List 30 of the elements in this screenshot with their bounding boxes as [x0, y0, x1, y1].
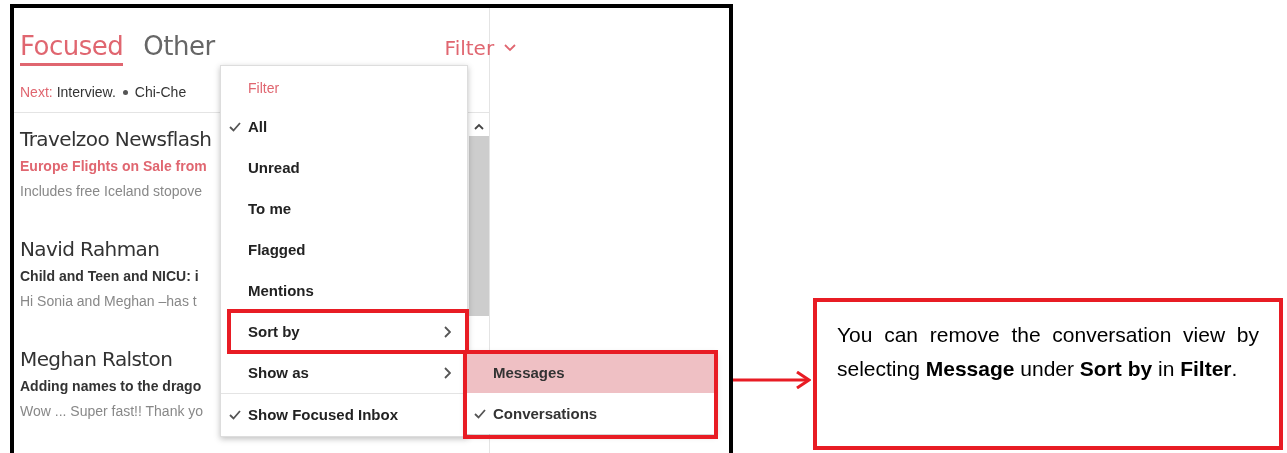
sender-name: Navid Rahman: [20, 237, 160, 261]
scroll-up-icon: [474, 123, 484, 130]
menu-item[interactable]: Conversations: [466, 393, 716, 434]
bullet-icon: [122, 89, 128, 95]
callout-text: You can remove the conversation view by selecting Message under Sort by in Filter.: [813, 298, 1283, 450]
upcoming-event[interactable]: Chi-Che: [134, 84, 187, 100]
menu-item[interactable]: Sort by: [221, 311, 467, 352]
menu-item[interactable]: All: [221, 106, 467, 147]
message-preview: Wow ... Super fast!! Thank yo: [20, 403, 204, 419]
message-subject: Adding names to the drago: [20, 378, 202, 394]
chevron-down-icon: [504, 44, 517, 52]
next-label: Next:: [20, 84, 53, 100]
menu-item[interactable]: Messages: [466, 352, 716, 393]
menu-item[interactable]: Show as: [221, 352, 467, 393]
sender-name: Travelzoo Newsflash: [20, 127, 212, 151]
message-subject: Child and Teen and NICU: i: [20, 268, 199, 284]
chevron-right-icon: [444, 366, 451, 379]
menu-item[interactable]: Mentions: [221, 270, 467, 311]
message-preview: Includes free Iceland stopove: [20, 183, 203, 199]
upcoming-event[interactable]: Interview.: [56, 84, 116, 100]
message-preview: Hi Sonia and Meghan –has t: [20, 293, 197, 309]
tab[interactable]: Other: [143, 31, 215, 66]
menu-title: Filter: [247, 79, 281, 98]
message-subject: Europe Flights on Sale from: [20, 158, 207, 174]
scroll-thumb[interactable]: [469, 136, 489, 316]
sender-name: Meghan Ralston: [20, 347, 173, 371]
menu-item[interactable]: Flagged: [221, 229, 467, 270]
menu-item[interactable]: To me: [221, 188, 467, 229]
menu-item[interactable]: Unread: [221, 147, 467, 188]
chevron-right-icon: [444, 325, 451, 338]
